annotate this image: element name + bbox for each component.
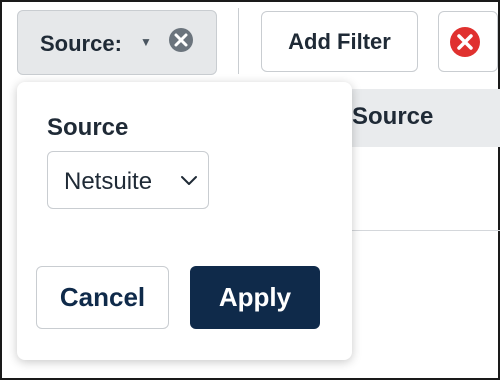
source-field-label: Source (47, 114, 129, 141)
window-frame: Source: ▼ Add Filter Source Source Netsu… (0, 0, 500, 380)
remove-filters-button[interactable] (438, 11, 498, 72)
cancel-button[interactable]: Cancel (36, 266, 169, 329)
clear-filter-icon[interactable] (168, 27, 194, 53)
apply-button[interactable]: Apply (190, 266, 320, 329)
source-select[interactable]: Netsuite (47, 151, 209, 209)
source-filter-chip[interactable]: Source: ▼ (17, 10, 217, 75)
column-header-source[interactable]: Source (352, 103, 433, 131)
add-filter-button[interactable]: Add Filter (261, 11, 418, 72)
filter-popover: Source Netsuite Cancel Apply (17, 82, 352, 360)
red-circle-x-icon (450, 26, 480, 57)
toolbar-divider (238, 8, 239, 74)
caret-down-icon[interactable]: ▼ (140, 35, 152, 49)
chevron-down-icon (181, 176, 197, 185)
source-select-value: Netsuite (64, 168, 153, 195)
filter-chip-label: Source: (40, 31, 122, 56)
